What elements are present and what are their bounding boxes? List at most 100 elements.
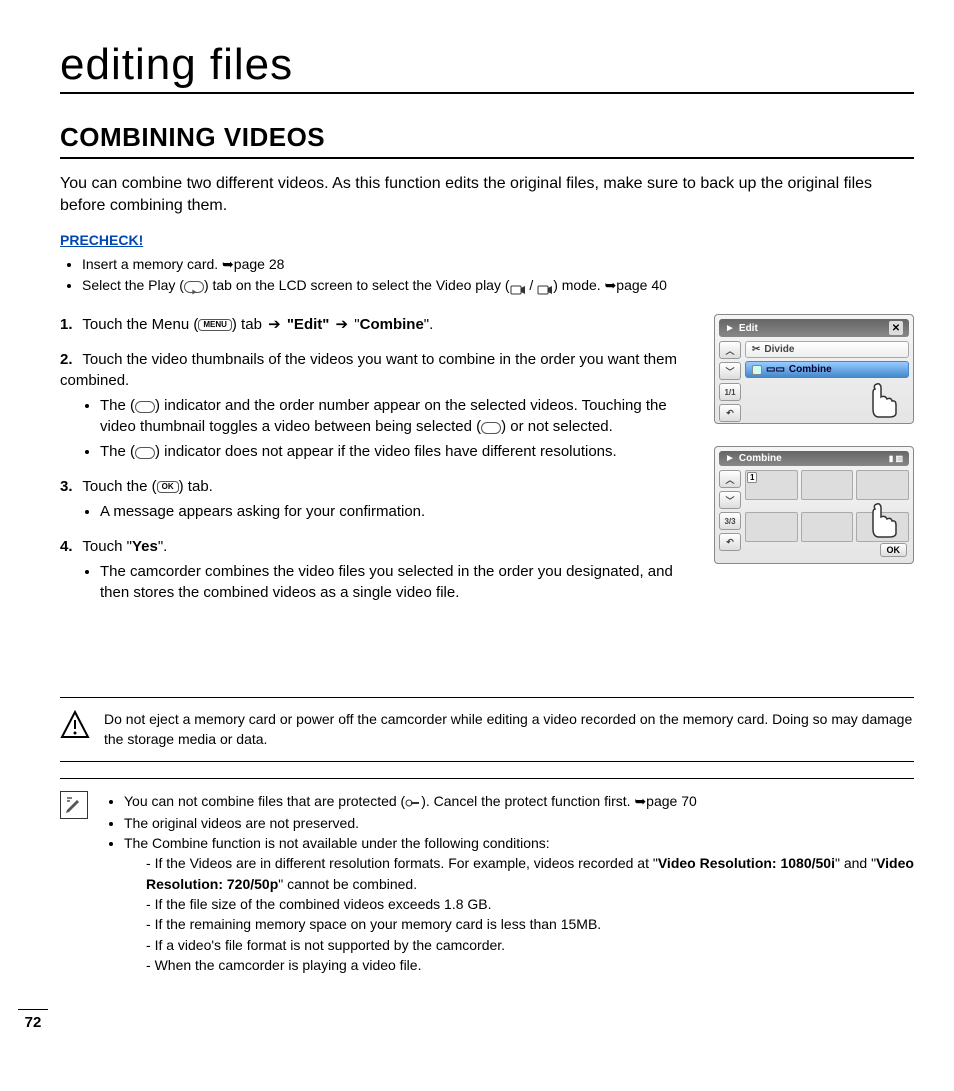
note-sub: If the Videos are in different resolutio… [146, 853, 914, 894]
text: / [526, 277, 538, 293]
step-number: 3. [60, 478, 73, 495]
text: ) or not selected. [501, 418, 613, 435]
menu-item-combine: ▭▭ Combine [745, 361, 909, 378]
check-indicator-icon [135, 401, 155, 413]
text: ) tab [232, 316, 266, 333]
text: Touch the ( [82, 478, 156, 495]
resolution: Video Resolution: 1080/50i [658, 855, 835, 871]
text: " [350, 316, 360, 333]
steps-list: 1. Touch the Menu (MENU) tab ➔ "Edit" ➔ … [60, 314, 688, 603]
screen-title: Combine [739, 453, 782, 464]
precheck-item: Insert a memory card. ➥page 28 [82, 254, 914, 275]
text: Touch the video thumbnails of the videos… [60, 351, 677, 389]
card-battery-icon: ▮ ▥ [889, 454, 903, 463]
video-thumbnail: 1 [745, 470, 798, 500]
section-title: COMBINING VIDEOS [60, 122, 914, 159]
step-4: 4. Touch "Yes". The camcorder combines t… [60, 536, 688, 603]
menu-item: Combine [360, 316, 424, 333]
protect-icon [405, 793, 421, 813]
warning-text: Do not eject a memory card or power off … [104, 710, 914, 749]
page-number: 72 [18, 1009, 48, 1031]
back-icon: ↶ [719, 533, 741, 551]
step-1: 1. Touch the Menu (MENU) tab ➔ "Edit" ➔ … [60, 314, 688, 335]
play-tab-icon [184, 281, 204, 293]
step-number: 4. [60, 538, 73, 555]
touch-hand-icon [865, 379, 911, 419]
play-icon: ► [725, 453, 735, 464]
text: You can not combine files that are prote… [124, 793, 405, 809]
note-sub: When the camcorder is playing a video fi… [146, 955, 914, 975]
notes-list: You can not combine files that are prote… [102, 791, 914, 975]
step-3: 3. Touch the (OK) tab. A message appears… [60, 476, 688, 522]
menu-item-divide: ✂ Divide [745, 341, 909, 358]
text: ) mode. [553, 277, 604, 293]
text: " and " [835, 855, 876, 871]
arrow-right-icon: ➔ [268, 316, 281, 333]
edit-menu-screenshot: ► Edit ✕ ︿ ﹀ 1/1 ↶ ✂ Divide [714, 314, 914, 424]
video-hd-icon [510, 281, 526, 293]
down-icon: ﹀ [719, 362, 741, 380]
text: ". [424, 316, 434, 333]
step-number: 1. [60, 316, 73, 333]
menu-button-icon: MENU [198, 319, 232, 331]
screen-title: Edit [739, 323, 758, 334]
up-icon: ︿ [719, 470, 741, 488]
combine-thumbnails-screenshot: ► Combine ▮ ▥ ︿ ﹀ 3/3 ↶ 1 [714, 446, 914, 564]
step-number: 2. [60, 351, 73, 368]
intro-paragraph: You can combine two different videos. As… [60, 173, 914, 216]
step-sub: A message appears asking for your confir… [100, 501, 688, 522]
label: Divide [764, 344, 794, 355]
chapter-title: editing files [60, 40, 914, 94]
down-icon: ﹀ [719, 491, 741, 509]
note-sub: If the file size of the combined videos … [146, 894, 914, 914]
text: " cannot be combined. [278, 876, 417, 892]
go-icon: ➥ [605, 277, 617, 293]
back-icon: ↶ [719, 404, 741, 422]
check-indicator-icon [481, 422, 501, 434]
pager-label: 1/1 [719, 383, 741, 401]
page-ref: page 70 [646, 793, 697, 809]
check-icon [752, 365, 762, 375]
button-label: Yes [132, 538, 158, 555]
close-icon: ✕ [889, 321, 903, 335]
notes-box: You can not combine files that are prote… [60, 778, 914, 975]
precheck-item: Select the Play () tab on the LCD screen… [82, 275, 914, 296]
play-icon: ► [725, 323, 735, 334]
video-thumbnail [801, 470, 854, 500]
text: ). Cancel the protect function first. [421, 793, 634, 809]
precheck-label: PRECHECK! [60, 232, 914, 248]
note-sub: If the remaining memory space on your me… [146, 914, 914, 934]
step-2: 2. Touch the video thumbnails of the vid… [60, 349, 688, 462]
page-ref: page 28 [234, 256, 285, 272]
video-thumbnail [856, 470, 909, 500]
text: ". [158, 538, 168, 555]
video-thumbnail [745, 512, 798, 542]
text: Select the Play ( [82, 277, 184, 293]
page-ref: page 40 [616, 277, 667, 293]
text: Touch the Menu ( [82, 316, 198, 333]
video-sd-icon [537, 281, 553, 293]
video-thumbnail [801, 512, 854, 542]
step-sub: The camcorder combines the video files y… [100, 561, 688, 603]
text: ) indicator does not appear if the video… [155, 443, 617, 460]
text: The ( [100, 397, 135, 414]
ok-button-icon: OK [157, 481, 179, 493]
note-item: The Combine function is not available un… [124, 833, 914, 975]
divide-icon: ✂ [752, 344, 760, 355]
label: Combine [789, 364, 832, 375]
step-sub: The () indicator and the order number ap… [100, 395, 688, 437]
text: The Combine function is not available un… [124, 835, 550, 851]
text: Insert a memory card. [82, 256, 222, 272]
pager-label: 3/3 [719, 512, 741, 530]
warning-box: Do not eject a memory card or power off … [60, 697, 914, 762]
text: ) tab. [179, 478, 213, 495]
touch-hand-icon [865, 499, 911, 539]
note-sub: If a video's file format is not supporte… [146, 935, 914, 955]
warning-icon [60, 710, 90, 740]
precheck-list: Insert a memory card. ➥page 28 Select th… [60, 254, 914, 296]
step-sub: The () indicator does not appear if the … [100, 441, 688, 462]
note-icon [60, 791, 88, 819]
check-indicator-icon [135, 447, 155, 459]
arrow-right-icon: ➔ [336, 316, 349, 333]
up-icon: ︿ [719, 341, 741, 359]
